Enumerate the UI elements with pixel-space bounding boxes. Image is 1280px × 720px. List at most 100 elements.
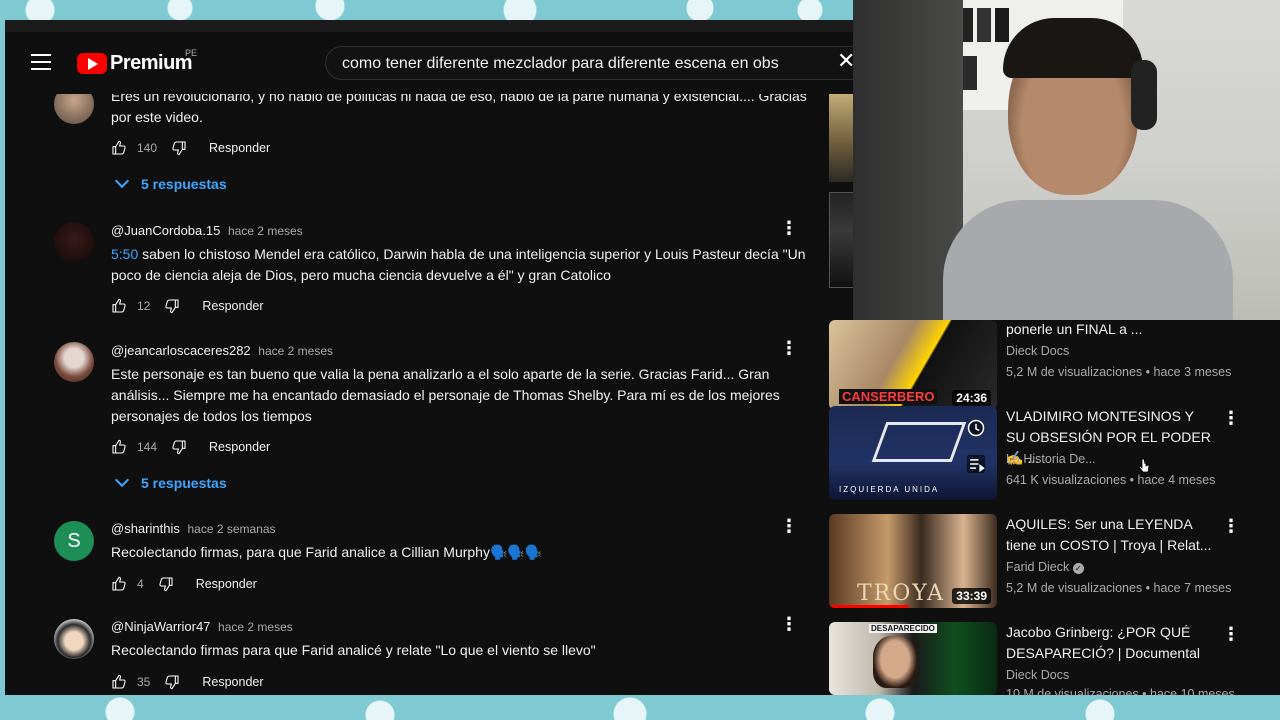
thumb-down-icon[interactable] (164, 298, 180, 314)
thumb-down-icon[interactable] (158, 576, 174, 592)
more-options-icon[interactable]: ⋮ (780, 614, 798, 635)
avatar[interactable] (54, 222, 94, 262)
reply-button[interactable]: Responder (196, 577, 257, 591)
comment-header: @sharinthis hace 2 semanas (111, 521, 276, 536)
video-meta: 5,2 M de visualizaciones • hace 7 meses (1006, 581, 1232, 595)
replies-toggle[interactable]: 5 respuestas (113, 173, 227, 192)
verified-icon: ✓ (1072, 563, 1084, 574)
video-item[interactable]: TROYA 33:39 AQUILES: Ser una LEYENDA tie… (829, 514, 1269, 608)
thumb-up-icon[interactable] (111, 674, 127, 690)
like-count: 4 (137, 577, 144, 591)
comment-time[interactable]: hace 2 meses (228, 224, 303, 238)
mouse-cursor-icon (1138, 458, 1150, 473)
video-item[interactable]: DESAPARECIDO Jacobo Grinberg: ¿POR QUÉ D… (829, 622, 1269, 712)
header-divider (5, 20, 853, 32)
comment-time[interactable]: hace 2 meses (258, 344, 333, 358)
video-thumbnail[interactable]: IZQUIERDA UNIDA (829, 406, 997, 500)
thumb-up-icon[interactable] (111, 439, 127, 455)
reply-button[interactable]: Responder (202, 299, 263, 313)
thumb-down-icon[interactable] (171, 439, 187, 455)
comment-header: @jeancarloscaceres282 hace 2 meses (111, 343, 333, 358)
comment-author[interactable]: @NinjaWarrior47 (111, 619, 210, 634)
thumb-down-icon[interactable] (171, 140, 187, 156)
comment-text: Recolectando firmas, para que Farid anal… (111, 544, 543, 560)
video-duration: 33:39 (952, 588, 991, 604)
video-item[interactable]: IZQUIERDA UNIDA VLADIMIRO MONTESINOS Y S… (829, 406, 1269, 500)
video-title[interactable]: ponerle un FINAL a ... (1006, 319, 1216, 340)
comment-actions: 140 Responder (111, 138, 270, 158)
comment-text: Este personaje es tan bueno que valia la… (111, 366, 780, 424)
thumb-up-icon[interactable] (111, 576, 127, 592)
avatar[interactable] (54, 342, 94, 382)
comment-time[interactable]: hace 2 semanas (187, 522, 275, 536)
video-thumbnail-partial[interactable] (829, 90, 855, 182)
thumb-down-icon[interactable] (164, 674, 180, 690)
comment-header: @NinjaWarrior47 hace 2 meses (111, 619, 293, 634)
video-channel[interactable]: Farid Dieck ✓ (1006, 560, 1084, 574)
video-meta: 641 K visualizaciones • hace 4 meses (1006, 473, 1216, 487)
replies-label: 5 respuestas (141, 176, 227, 192)
chevron-down-icon (114, 472, 130, 488)
video-duration: 24:36 (952, 390, 991, 406)
comment-author[interactable]: @sharinthis (111, 521, 180, 536)
like-count: 35 (137, 675, 151, 689)
video-thumbnail-partial[interactable] (829, 192, 855, 288)
thumb-up-icon[interactable] (111, 298, 127, 314)
region-code: PE (185, 48, 198, 58)
flag-graphic (871, 422, 967, 462)
menu-icon[interactable] (31, 54, 51, 70)
video-title[interactable]: Jacobo Grinberg: ¿POR QUÉ DESAPARECIÓ? |… (1006, 622, 1216, 664)
more-options-icon[interactable]: ⋮ (780, 338, 798, 359)
comment-actions: 35 Responder (111, 672, 264, 692)
video-channel[interactable]: Dieck Docs (1006, 668, 1069, 682)
watch-later-icon[interactable] (966, 418, 986, 438)
more-options-icon[interactable]: ⋮ (1222, 624, 1240, 645)
video-thumbnail[interactable]: CANSERBERO 24:36 (829, 320, 997, 410)
comment-actions: 144 Responder (111, 437, 270, 457)
more-options-icon[interactable]: ⋮ (1222, 408, 1240, 429)
more-options-icon[interactable]: ⋮ (1222, 516, 1240, 537)
thumbnail-caption: IZQUIERDA UNIDA (839, 485, 940, 494)
reply-button[interactable]: Responder (209, 440, 270, 454)
channel-name: Farid Dieck (1006, 560, 1070, 574)
avatar[interactable]: S (54, 521, 94, 561)
search-query: como tener diferente mezclador para dife… (342, 55, 779, 72)
video-meta: 10 M de visualizaciones • hace 10 meses (1006, 688, 1235, 696)
like-count: 144 (137, 440, 158, 454)
more-options-icon[interactable]: ⋮ (780, 218, 798, 239)
youtube-header: Premium PE como tener diferente mezclado… (5, 20, 853, 94)
video-channel[interactable]: Dieck Docs (1006, 344, 1069, 358)
reply-button[interactable]: Responder (209, 141, 270, 155)
video-channel[interactable]: La Historia De... (1006, 452, 1096, 466)
avatar[interactable] (54, 619, 94, 659)
replies-toggle[interactable]: 5 respuestas (113, 472, 227, 491)
replies-label: 5 respuestas (141, 475, 227, 491)
thumb-up-icon[interactable] (111, 140, 127, 156)
person-hair (1003, 18, 1143, 78)
timestamp-link[interactable]: 5:50 (111, 246, 138, 262)
add-to-queue-icon[interactable] (966, 454, 986, 474)
video-thumbnail[interactable]: TROYA 33:39 (829, 514, 997, 608)
reply-button[interactable]: Responder (202, 675, 263, 689)
comment-actions: 12 Responder (111, 296, 264, 316)
youtube-logo[interactable]: Premium (77, 52, 193, 74)
video-title[interactable]: AQUILES: Ser una LEYENDA tiene un COSTO … (1006, 514, 1216, 556)
comment-body: saben lo chistoso Mendel era católico, D… (111, 246, 806, 283)
watch-progress (829, 605, 909, 608)
video-thumbnail[interactable]: DESAPARECIDO (829, 622, 997, 695)
webcam-overlay (853, 0, 1280, 320)
youtube-play-icon (77, 52, 107, 74)
close-icon[interactable]: ✕ (837, 50, 853, 72)
person-body (943, 200, 1233, 320)
thumbnail-caption: TROYA (857, 581, 945, 606)
like-count: 140 (137, 141, 158, 155)
comment-author[interactable]: @JuanCordoba.15 (111, 223, 220, 238)
more-options-icon[interactable]: ⋮ (780, 516, 798, 537)
comment-time[interactable]: hace 2 meses (218, 620, 293, 634)
comment-text: 5:50 saben lo chistoso Mendel era católi… (111, 244, 811, 286)
video-item[interactable]: CANSERBERO 24:36 ponerle un FINAL a ... … (829, 314, 1269, 410)
comment-author[interactable]: @jeancarloscaceres282 (111, 343, 251, 358)
comment-header: @JuanCordoba.15 hace 2 meses (111, 223, 303, 238)
youtube-main-panel: Eres un revolucionario, y no hablo de po… (5, 20, 853, 695)
search-input[interactable]: como tener diferente mezclador para dife… (325, 46, 853, 80)
